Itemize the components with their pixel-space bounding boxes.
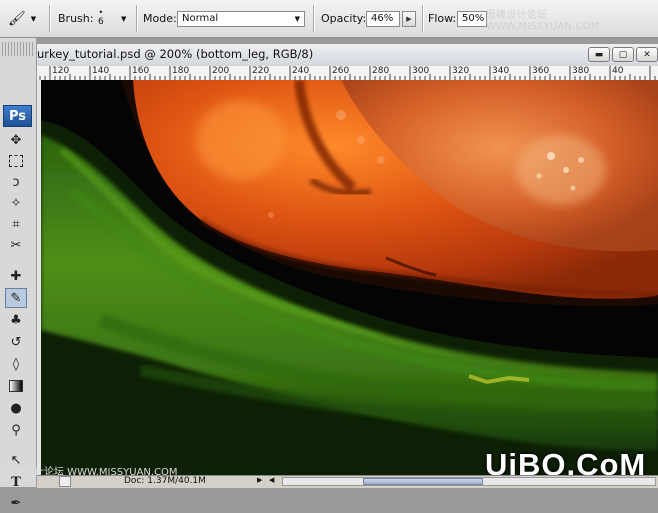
magic-wand-icon: ✧: [10, 195, 22, 211]
brush-tip-icon: •: [98, 8, 104, 17]
horizontal-ruler[interactable]: 120 140 160 180 200 220 240 260 280 300 320 340 360 3…: [37, 66, 658, 81]
zoom-button[interactable]: [59, 476, 71, 487]
brush-icon: ✎: [10, 290, 22, 306]
pen-icon: ✒: [10, 495, 22, 511]
status-bar: Doc: 1.37M/40.1M ▶ ◀: [37, 475, 658, 488]
brush-tool-icon: 🖌: [8, 10, 26, 27]
blur-icon: ●: [10, 400, 22, 416]
ruler-label: 340: [492, 66, 510, 76]
flow-label: Flow:: [428, 12, 457, 25]
lasso-icon: ↄ: [12, 174, 20, 190]
turkey-painting: [41, 80, 658, 475]
scroll-left-button[interactable]: ◀: [269, 476, 274, 484]
options-bar: 🖌 ▼ Brush: • 6 ▼ Mode: Normal ▼ Opacity:…: [0, 0, 658, 38]
brush-tool[interactable]: ✎: [5, 288, 27, 308]
crop-tool[interactable]: ⌗: [5, 214, 27, 234]
brush-label: Brush:: [58, 12, 94, 25]
mode-label: Mode:: [143, 12, 177, 25]
ruler-label: 280: [372, 66, 390, 76]
chevron-down-icon: ▼: [30, 14, 37, 23]
horizontal-scrollbar[interactable]: [282, 477, 656, 486]
tools-panel: Ps ✥ ↄ ✧ ⌗ ✂ ✚ ✎ ♣ ↺ ◊ ● ⚲ ↖ T ✒: [0, 38, 37, 511]
minimize-button[interactable]: ▬: [588, 47, 610, 62]
brush-size: 6: [98, 17, 104, 27]
brush-preset-picker[interactable]: • 6: [98, 0, 104, 37]
maximize-button[interactable]: ▢: [612, 47, 634, 62]
opacity-input[interactable]: 46%: [366, 10, 400, 27]
dodge-tool[interactable]: ⚲: [5, 420, 27, 440]
gradient-icon: [9, 380, 23, 392]
mode-select[interactable]: Normal ▼: [177, 10, 305, 27]
ruler-label: 220: [252, 66, 270, 76]
site-logo: UiBQ.CoM: [485, 447, 647, 475]
watermark-top: 思缘设计论坛 WWW.MISSYUAN.COM: [486, 10, 600, 32]
ruler-label: 240: [292, 66, 310, 76]
flow-value: 50%: [462, 13, 485, 24]
ruler-label: 140: [92, 66, 110, 76]
pen-tool[interactable]: ✒: [5, 493, 27, 513]
ps-logo[interactable]: Ps: [3, 105, 32, 127]
blur-tool[interactable]: ●: [5, 398, 27, 418]
eraser-icon: ◊: [12, 356, 20, 372]
opacity-slider-button[interactable]: ▶: [402, 10, 416, 27]
ruler-label: 380: [572, 66, 590, 76]
chevron-down-icon[interactable]: ▼: [121, 15, 126, 23]
ruler-label: 260: [332, 66, 350, 76]
chevron-right-icon: ▶: [406, 14, 412, 23]
document-title: urkey_tutorial.psd @ 200% (bottom_leg, R…: [37, 47, 314, 61]
eraser-tool[interactable]: ◊: [5, 354, 27, 374]
flow-input[interactable]: 50%: [457, 10, 487, 27]
close-button[interactable]: ✕: [636, 47, 658, 62]
stamp-tool[interactable]: ♣: [5, 310, 27, 330]
status-menu-button[interactable]: ▶: [257, 476, 262, 484]
ruler-label: 160: [132, 66, 150, 76]
healing-tool[interactable]: ✚: [5, 266, 27, 286]
mode-value: Normal: [182, 13, 219, 24]
slice-icon: ✂: [10, 237, 22, 253]
tool-preset-picker[interactable]: 🖌 ▼: [8, 0, 36, 37]
ruler-label: 120: [52, 66, 70, 76]
stamp-icon: ♣: [10, 312, 22, 328]
slice-tool[interactable]: ✂: [5, 235, 27, 255]
ruler-label: 180: [172, 66, 190, 76]
opacity-label: Opacity:: [321, 12, 367, 25]
move-tool[interactable]: ✥: [5, 130, 27, 150]
opacity-value: 46%: [371, 13, 394, 24]
dodge-icon: ⚲: [11, 422, 21, 438]
document-title-bar[interactable]: urkey_tutorial.psd @ 200% (bottom_leg, R…: [37, 44, 658, 67]
lasso-tool[interactable]: ↄ: [5, 172, 27, 192]
move-icon: ✥: [10, 132, 22, 148]
panel-grip[interactable]: [2, 42, 33, 56]
scroll-thumb[interactable]: [363, 478, 483, 485]
chevron-down-icon: ▼: [294, 14, 300, 23]
gradient-tool[interactable]: [5, 376, 27, 396]
history-brush-tool[interactable]: ↺: [5, 332, 27, 352]
marquee-tool[interactable]: [5, 151, 27, 171]
ruler-label: 200: [212, 66, 230, 76]
crop-icon: ⌗: [12, 216, 20, 232]
ruler-label: 40: [612, 66, 624, 76]
ruler-label: 320: [452, 66, 470, 76]
doc-info[interactable]: Doc: 1.37M/40.1M: [124, 476, 206, 486]
magic-wand-tool[interactable]: ✧: [5, 193, 27, 213]
ruler-label: 300: [412, 66, 430, 76]
marquee-icon: [9, 155, 23, 167]
ruler-label: 360: [532, 66, 550, 76]
history-brush-icon: ↺: [10, 334, 22, 350]
healing-icon: ✚: [10, 268, 22, 284]
document-canvas[interactable]: UiBQ.CoM: [41, 80, 658, 475]
